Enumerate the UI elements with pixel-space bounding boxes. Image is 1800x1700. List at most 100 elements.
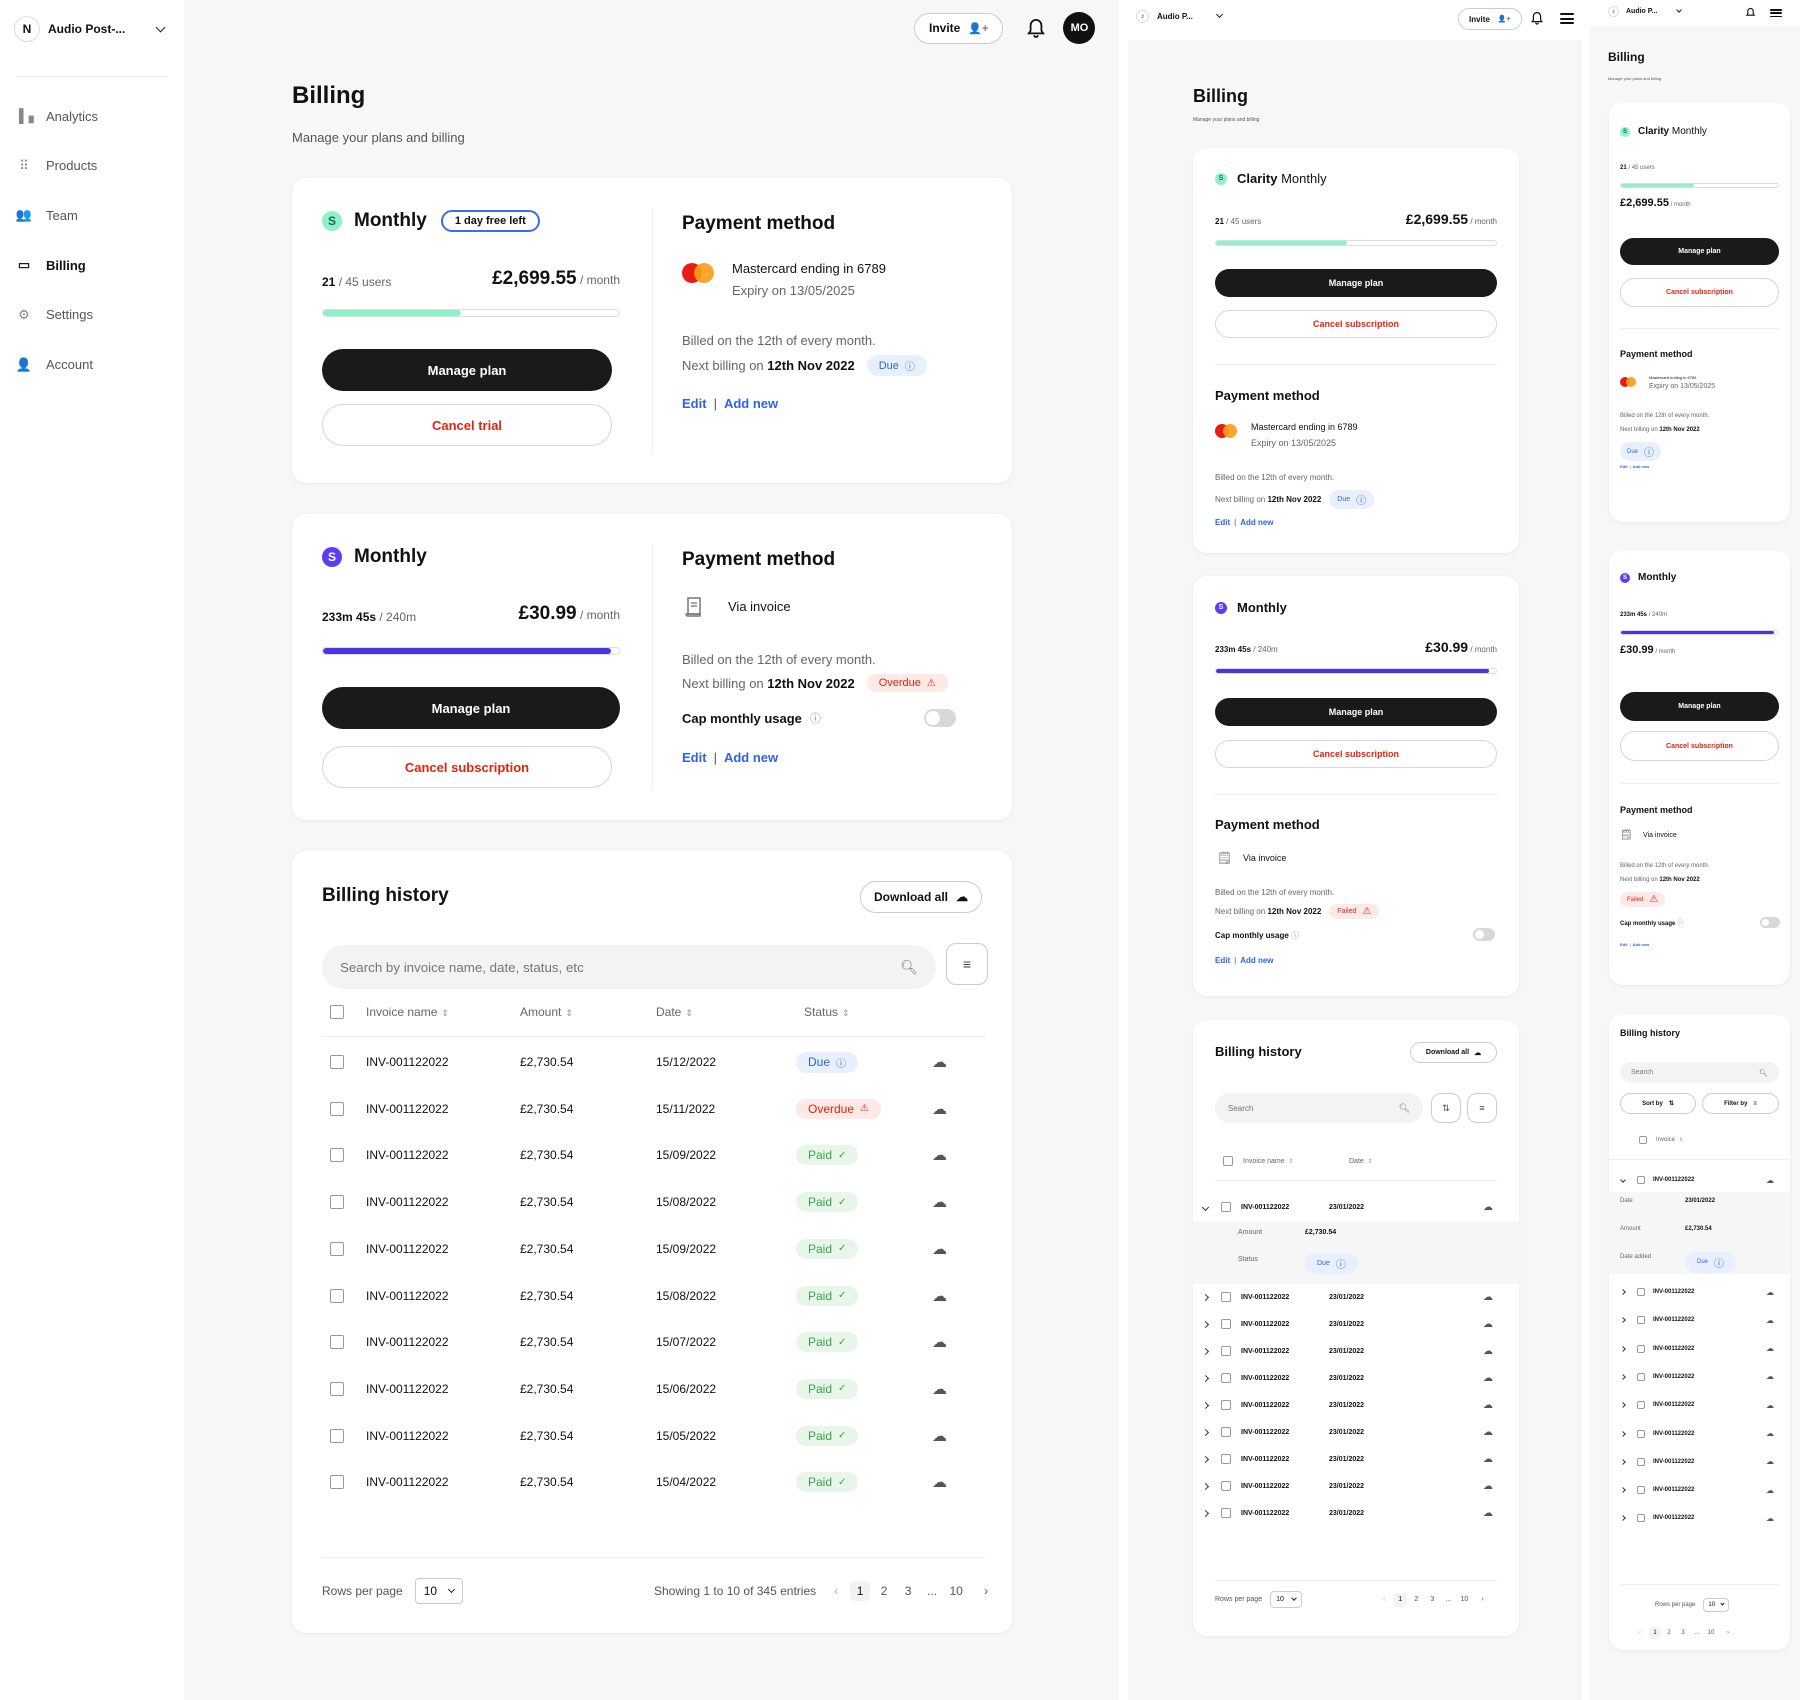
download-invoice-icon[interactable]: ☁: [1483, 1508, 1493, 1519]
table-row[interactable]: INV-001122022 £2,730.54 15/11/2022 Overdue ⚠…: [330, 1096, 980, 1122]
edit-payment-link[interactable]: Edit: [1215, 956, 1230, 965]
table-row[interactable]: INV-001122022 ☁: [1620, 1343, 1781, 1355]
page-button-3[interactable]: 3: [1425, 1593, 1439, 1607]
col-invoice[interactable]: Invoice ⇕: [1656, 1137, 1683, 1143]
manage-plan-button[interactable]: Manage plan: [1215, 269, 1497, 297]
row-checkbox[interactable]: [1221, 1400, 1231, 1410]
sidebar-item-settings[interactable]: ⚙ Settings: [16, 307, 93, 323]
download-invoice-icon[interactable]: ☁: [932, 1473, 947, 1491]
table-row[interactable]: INV-001122022 £2,730.54 15/08/2022 Paid ✓ ☁: [330, 1189, 980, 1215]
select-all-checkbox[interactable]: [330, 1005, 344, 1019]
sort-button[interactable]: ⇅: [1431, 1093, 1461, 1123]
cancel-trial-button[interactable]: Cancel trial: [322, 404, 612, 446]
download-invoice-icon[interactable]: ☁: [1483, 1202, 1493, 1213]
row-checkbox[interactable]: [1221, 1481, 1231, 1491]
download-invoice-icon[interactable]: ☁: [932, 1427, 947, 1445]
row-checkbox[interactable]: [1637, 1316, 1645, 1325]
row-checkbox[interactable]: [1637, 1429, 1645, 1438]
prev-page-button[interactable]: ‹: [834, 1584, 838, 1598]
row-checkbox[interactable]: [1221, 1508, 1231, 1518]
row-checkbox[interactable]: [1221, 1346, 1231, 1356]
download-invoice-icon[interactable]: ☁: [932, 1100, 947, 1118]
download-invoice-icon[interactable]: ☁: [932, 1240, 947, 1258]
chevron-right-icon[interactable]: [1201, 1374, 1210, 1382]
edit-payment-link[interactable]: Edit: [1215, 518, 1230, 527]
prev-page-button[interactable]: ‹: [1383, 1596, 1385, 1603]
download-all-button[interactable]: Download all ☁: [1410, 1042, 1497, 1063]
select-all-checkbox[interactable]: [1223, 1156, 1233, 1166]
chevron-right-icon[interactable]: [1201, 1455, 1210, 1463]
chevron-right-icon[interactable]: [1201, 1293, 1210, 1301]
sidebar-item-billing[interactable]: ▭ Billing: [16, 257, 86, 273]
table-row[interactable]: INV-001122022 ☁: [1620, 1314, 1781, 1326]
invoice-search[interactable]: 🔍︎: [322, 945, 936, 989]
table-row[interactable]: INV-001122022 ☁: [1620, 1428, 1781, 1440]
download-invoice-icon[interactable]: ☁: [1483, 1454, 1493, 1465]
chevron-right-icon[interactable]: [1620, 1374, 1626, 1380]
sidebar-item-analytics[interactable]: ▐▗ Analytics: [14, 108, 98, 124]
download-invoice-icon[interactable]: ☁: [1766, 1288, 1774, 1297]
table-row[interactable]: INV-001122022 ☁: [1620, 1286, 1781, 1298]
download-invoice-icon[interactable]: ☁: [1766, 1514, 1774, 1523]
table-row[interactable]: INV-001122022 23/01/2022 ☁: [1201, 1200, 1503, 1214]
table-row[interactable]: INV-001122022 23/01/2022 ☁: [1201, 1479, 1503, 1493]
download-invoice-icon[interactable]: ☁: [1483, 1400, 1493, 1411]
download-invoice-icon[interactable]: ☁: [932, 1333, 947, 1351]
user-avatar[interactable]: MO: [1063, 12, 1096, 44]
chevron-down-icon[interactable]: [1620, 1177, 1626, 1183]
row-checkbox[interactable]: [330, 1148, 344, 1163]
chevron-right-icon[interactable]: [1620, 1430, 1626, 1437]
table-row[interactable]: INV-001122022 £2,730.54 15/12/2022 Due ⓘ ☁: [330, 1049, 980, 1075]
row-checkbox[interactable]: [330, 1101, 344, 1116]
download-invoice-icon[interactable]: ☁: [1766, 1372, 1774, 1381]
table-row[interactable]: INV-001122022 ☁: [1620, 1371, 1781, 1383]
chevron-right-icon[interactable]: [1201, 1320, 1210, 1328]
download-invoice-icon[interactable]: ☁: [1483, 1319, 1493, 1330]
edit-payment-link[interactable]: Edit: [682, 396, 707, 411]
download-invoice-icon[interactable]: ☁: [932, 1287, 947, 1305]
bell-icon[interactable]: [1027, 18, 1046, 38]
chevron-right-icon[interactable]: [1201, 1401, 1210, 1409]
col-date[interactable]: Date ⇕: [1349, 1158, 1373, 1165]
cap-usage-toggle[interactable]: [1760, 917, 1780, 928]
table-row[interactable]: INV-001122022 23/01/2022 ☁: [1201, 1344, 1503, 1358]
row-checkbox[interactable]: [1221, 1292, 1231, 1302]
col-invoice-name[interactable]: Invoice name ⇕: [1243, 1158, 1294, 1165]
row-checkbox[interactable]: [1221, 1427, 1231, 1437]
row-checkbox[interactable]: [1637, 1457, 1645, 1466]
row-checkbox[interactable]: [330, 1055, 344, 1069]
download-invoice-icon[interactable]: ☁: [932, 1053, 947, 1071]
row-checkbox[interactable]: [330, 1475, 344, 1490]
chevron-right-icon[interactable]: [1201, 1347, 1210, 1355]
download-invoice-icon[interactable]: ☁: [1766, 1344, 1774, 1353]
download-invoice-icon[interactable]: ☁: [932, 1193, 947, 1211]
table-row[interactable]: INV-001122022 £2,730.54 15/09/2022 Paid ✓ ☁: [330, 1142, 980, 1168]
row-checkbox[interactable]: [1637, 1344, 1645, 1353]
table-row[interactable]: INV-001122022 ☁: [1620, 1512, 1781, 1524]
page-button-10[interactable]: 10: [946, 1581, 966, 1601]
table-row[interactable]: INV-001122022 23/01/2022 ☁: [1201, 1290, 1503, 1304]
cancel-subscription-button[interactable]: Cancel subscription: [322, 746, 612, 788]
invite-button[interactable]: Invite 👤+: [914, 12, 1004, 44]
page-button-3[interactable]: 3: [898, 1581, 918, 1601]
row-checkbox[interactable]: [1637, 1401, 1645, 1410]
filter-button[interactable]: ≡: [1467, 1093, 1497, 1123]
table-row[interactable]: INV-001122022 ☁: [1620, 1399, 1781, 1411]
table-row[interactable]: INV-001122022 £2,730.54 15/07/2022 Paid ✓ ☁: [330, 1329, 980, 1355]
download-invoice-icon[interactable]: ☁: [1766, 1316, 1774, 1325]
col-status[interactable]: Status ⇕: [804, 1005, 850, 1019]
row-checkbox[interactable]: [330, 1335, 344, 1350]
next-page-button[interactable]: ›: [1481, 1596, 1483, 1603]
page-button-1[interactable]: 1: [850, 1581, 871, 1601]
invoice-search[interactable]: 🔍︎: [1215, 1093, 1423, 1123]
row-checkbox[interactable]: [1637, 1288, 1645, 1296]
manage-plan-button[interactable]: Manage plan: [1620, 238, 1779, 265]
page-button-10[interactable]: 10: [1705, 1627, 1717, 1639]
edit-payment-link[interactable]: Edit: [1620, 464, 1628, 469]
cap-usage-toggle[interactable]: [1473, 928, 1495, 941]
row-checkbox[interactable]: [1221, 1373, 1231, 1383]
search-input[interactable]: [1228, 1103, 1399, 1113]
rows-per-page-select[interactable]: 10: [414, 1578, 464, 1604]
cancel-subscription-button[interactable]: Cancel subscription: [1215, 310, 1497, 338]
cancel-subscription-button[interactable]: Cancel subscription: [1620, 731, 1779, 761]
